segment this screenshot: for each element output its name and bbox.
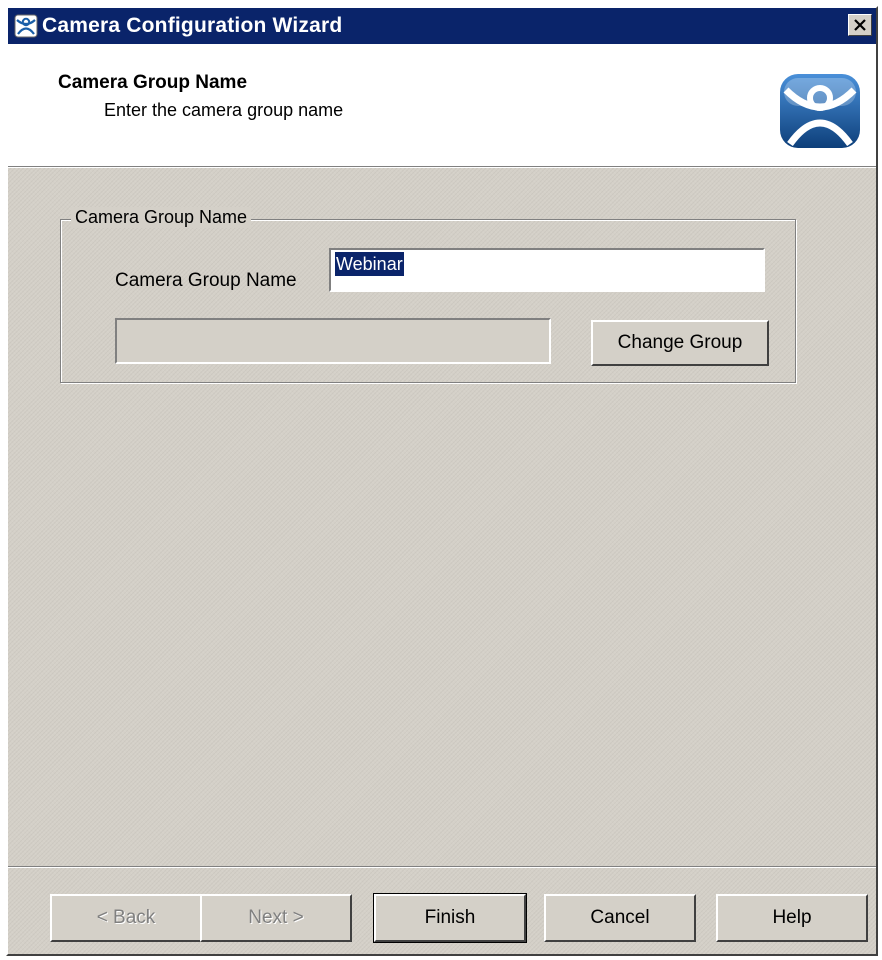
footer-divider: [8, 866, 876, 868]
help-button[interactable]: Help: [716, 894, 868, 942]
page-subtitle: Enter the camera group name: [104, 100, 344, 120]
camera-group-name-input[interactable]: Webinar: [329, 248, 765, 292]
back-button[interactable]: < Back: [50, 894, 202, 942]
title-bar[interactable]: Camera Configuration Wizard: [8, 8, 876, 44]
change-group-button[interactable]: Change Group: [591, 320, 769, 366]
close-button[interactable]: [848, 14, 872, 36]
finish-button[interactable]: Finish: [373, 893, 527, 943]
camera-group-name-value: Webinar: [335, 252, 404, 276]
camera-group-name-label: Camera Group Name: [115, 270, 297, 291]
window-title: Camera Configuration Wizard: [42, 14, 343, 37]
camera-group-groupbox: Camera Group Name Camera Group Name Webi…: [60, 207, 796, 383]
cancel-button[interactable]: Cancel: [544, 894, 696, 942]
wizard-window: Camera Configuration Wizard Camera Group…: [6, 6, 878, 956]
next-button[interactable]: Next >: [200, 894, 352, 942]
close-icon: [854, 19, 866, 31]
wizard-header: Camera Group Name Enter the camera group…: [8, 44, 876, 167]
groupbox-legend: Camera Group Name: [71, 207, 252, 228]
page-title: Camera Group Name: [58, 72, 248, 93]
thinmanager-logo-icon: [778, 72, 862, 150]
thinmanager-person-icon: [14, 14, 38, 38]
group-path-display: [115, 318, 551, 364]
